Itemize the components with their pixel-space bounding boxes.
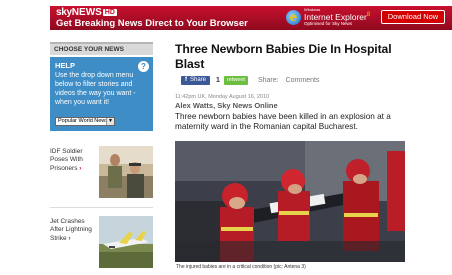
rescue-workers-photo — [175, 141, 405, 262]
share-link[interactable]: Share: — [258, 77, 279, 84]
article-summary: Three newborn babies have been killed in… — [175, 112, 391, 131]
news-filter-value: Popular World News — [58, 118, 109, 124]
sidebar-story-jet-crash[interactable]: Jet Crashes After Lightning Strike › — [50, 216, 153, 268]
chevron-right-icon: › — [68, 234, 71, 242]
article-photo — [175, 141, 405, 262]
chevron-down-icon[interactable]: ▼ — [106, 118, 114, 125]
article-date: 11:42pm UK, Monday August 16, 2010 — [175, 94, 270, 100]
ie8-branding: Windows Internet Explorer8 Optimised for… — [304, 7, 371, 27]
help-text: Use the drop down menu below to filter s… — [55, 72, 136, 106]
choose-your-news-sidebar: CHOOSE YOUR NEWS HELP ? Use the drop dow… — [50, 42, 153, 268]
story-divider — [50, 207, 153, 208]
article: Three Newborn Babies Die In Hospital Bla… — [175, 42, 405, 270]
story-title[interactable]: Jet Crashes After Lightning Strike › — [50, 218, 95, 243]
story-thumbnail[interactable] — [99, 146, 153, 198]
share-count: 1 — [216, 76, 220, 84]
browser-promo-banner[interactable]: sky NEWS HD Get Breaking News Direct to … — [50, 6, 452, 30]
sidebar-story-idf-soldier[interactable]: IDF Soldier Poses With Prisoners › — [50, 146, 153, 198]
idf-soldier-photo — [99, 146, 153, 198]
chevron-right-icon: › — [79, 164, 82, 172]
story-thumbnail[interactable] — [99, 216, 153, 268]
share-toolbar: f Share 1 retweet Share: Comments — [181, 73, 405, 87]
news-filter-select[interactable]: Popular World News ▼ — [55, 117, 115, 126]
help-box: HELP ? Use the drop down menu below to f… — [50, 57, 153, 131]
banner-tagline: Get Breaking News Direct to Your Browser — [56, 18, 248, 29]
jet-crash-photo — [99, 216, 153, 268]
choose-your-news-header: CHOOSE YOUR NEWS — [50, 42, 153, 55]
comments-link[interactable]: Comments — [286, 77, 320, 84]
article-headline: Three Newborn Babies Die In Hospital Bla… — [175, 42, 392, 71]
sky-news-hd-logo: sky NEWS HD — [56, 7, 117, 18]
facebook-share-button[interactable]: f Share — [181, 75, 211, 85]
photo-caption: The injured babies are in a critical con… — [176, 264, 306, 270]
story-title[interactable]: IDF Soldier Poses With Prisoners › — [50, 148, 95, 173]
question-icon[interactable]: ? — [138, 61, 149, 72]
article-byline: Alex Watts, Sky News Online — [175, 101, 278, 110]
download-now-button[interactable]: Download Now — [381, 10, 445, 24]
help-title: HELP — [55, 61, 76, 70]
internet-explorer-icon: e — [286, 10, 301, 25]
retweet-button[interactable]: retweet — [223, 75, 248, 85]
facebook-icon: f — [185, 76, 187, 83]
